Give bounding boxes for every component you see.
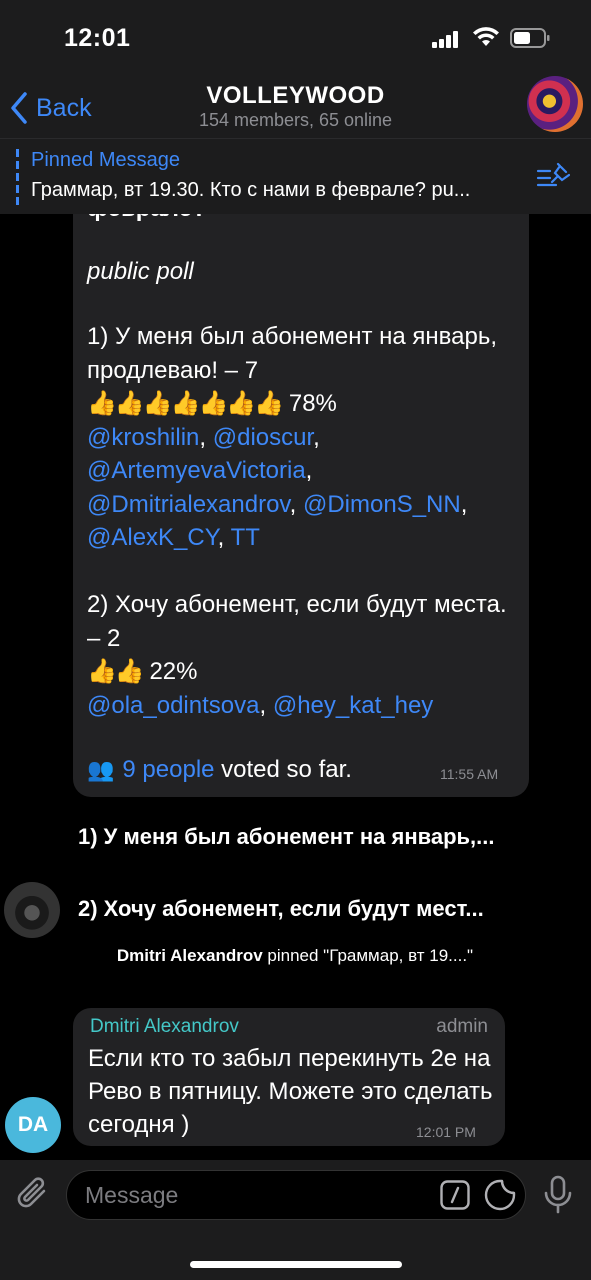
sticker-icon[interactable] <box>484 1179 516 1211</box>
poll-option[interactable]: 2) Хочу абонемент, если будут места. – 2… <box>87 588 517 722</box>
chat-header: Back VOLLEYWOOD 154 members, 65 online <box>0 80 591 138</box>
battery-icon <box>510 28 550 48</box>
avatar[interactable] <box>4 882 60 938</box>
microphone-icon[interactable] <box>543 1175 573 1215</box>
pinned-indicator <box>16 149 19 205</box>
poll-option-text: 2) Хочу абонемент, если будут места. – 2 <box>87 591 507 652</box>
message-bubble[interactable]: Dmitri Alexandrov admin Если кто то забы… <box>73 1008 505 1146</box>
voter-link[interactable]: @dioscur <box>213 424 313 451</box>
service-actor[interactable]: Dmitri Alexandrov <box>117 946 263 965</box>
voter-link[interactable]: @DimonS_NN <box>303 491 461 518</box>
poll-message[interactable]: феврале? public poll 1) У меня был абоне… <box>73 214 529 797</box>
voted-people-link[interactable]: 9 people <box>122 756 214 784</box>
command-icon[interactable] <box>440 1180 470 1210</box>
voter-link[interactable]: TT <box>231 524 260 551</box>
chat-subtitle: 154 members, 65 online <box>198 110 393 130</box>
poll-option-text: 1) У меня был абонемент на январь, продл… <box>87 323 498 384</box>
poll-option[interactable]: 1) У меня был абонемент на январь, продл… <box>87 320 517 555</box>
status-bar: 12:01 <box>0 0 591 80</box>
voter-link[interactable]: @Dmitrialexandrov <box>87 491 290 518</box>
chat-area[interactable]: феврале? public poll 1) У меня был абоне… <box>0 214 591 1160</box>
status-time: 12:01 <box>64 24 131 52</box>
service-text: pinned "Граммар, вт 19...." <box>262 946 474 965</box>
wifi-icon <box>473 27 499 46</box>
poll-voted-summary: 👥 9 people voted so far. <box>87 756 352 784</box>
voter-link[interactable]: @kroshilin <box>87 424 199 451</box>
message-time: 12:01 PM <box>416 1124 476 1140</box>
poll-voters: @kroshilin, @dioscur, @ArtemyevaVictoria… <box>87 423 468 552</box>
poll-question: феврале? <box>87 214 207 226</box>
paperclip-icon[interactable] <box>16 1176 50 1212</box>
group-avatar[interactable] <box>527 76 583 132</box>
voter-link[interactable]: @ArtemyevaVictoria <box>87 457 306 484</box>
poll-option-result: 👍👍 22% <box>87 655 517 689</box>
pin-list-icon[interactable] <box>536 161 570 191</box>
avatar[interactable]: DA <box>5 1097 61 1153</box>
thumbs-up-icon: 👍👍👍👍👍👍👍 <box>87 390 284 417</box>
chat-title[interactable]: VOLLEYWOOD <box>0 82 591 110</box>
people-icon: 👥 <box>87 757 115 782</box>
voter-link[interactable]: @AlexK_CY <box>87 524 218 551</box>
pinned-message-bar[interactable]: Pinned Message Граммар, вт 19.30. Кто с … <box>0 138 591 214</box>
poll-voters: @ola_odintsova, @hey_kat_hey <box>87 691 434 719</box>
chat-message[interactable]: 2) Хочу абонемент, если будут мест... <box>78 896 528 922</box>
home-indicator <box>190 1261 402 1268</box>
poll-percent: 78% <box>288 390 337 417</box>
voter-link[interactable]: @hey_kat_hey <box>273 692 433 719</box>
voted-text: voted so far. <box>214 756 352 783</box>
pinned-text: Граммар, вт 19.30. Кто с нами в феврале?… <box>31 179 471 201</box>
message-time: 11:55 AM <box>440 766 499 782</box>
poll-option-result: 👍👍👍👍👍👍👍 78% <box>87 387 517 421</box>
service-message: Dmitri Alexandrov pinned "Граммар, вт 19… <box>80 944 510 968</box>
chat-message[interactable]: 1) У меня был абонемент на январь,... <box>78 824 528 850</box>
sender-role: admin <box>436 1016 488 1037</box>
sender-name[interactable]: Dmitri Alexandrov <box>90 1016 239 1038</box>
poll-type: public poll <box>87 258 194 285</box>
poll-percent: 22% <box>149 658 198 685</box>
signal-icon <box>432 30 464 48</box>
pinned-title: Pinned Message <box>31 149 180 171</box>
voter-link[interactable]: @ola_odintsova <box>87 692 259 719</box>
thumbs-up-icon: 👍👍 <box>87 658 145 685</box>
